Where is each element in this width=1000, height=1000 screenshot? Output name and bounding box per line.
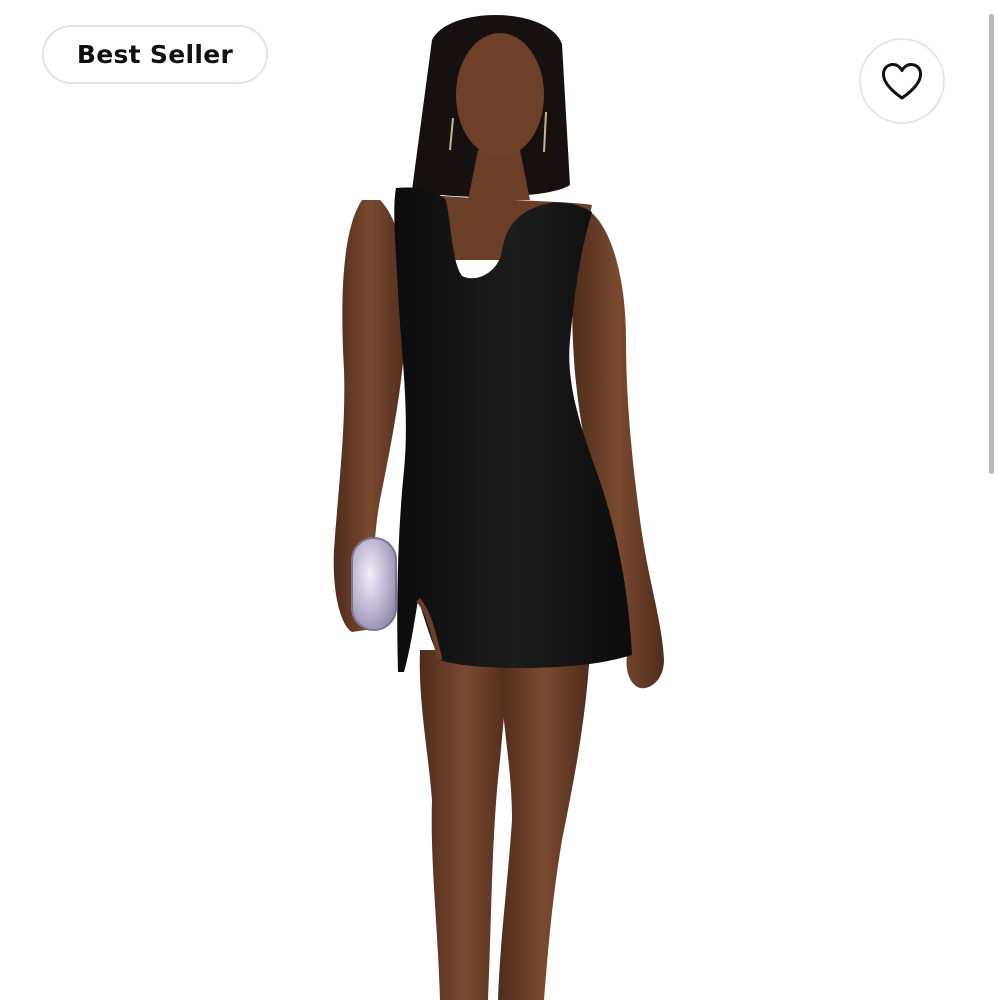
product-gallery-view: Best Seller xyxy=(0,0,1000,1000)
neck xyxy=(468,150,530,200)
scrollbar-thumb[interactable] xyxy=(989,14,994,474)
product-image[interactable] xyxy=(0,0,1000,1000)
favorite-button[interactable] xyxy=(859,38,945,124)
best-seller-badge: Best Seller xyxy=(42,25,268,84)
right-leg xyxy=(498,650,590,1000)
clutch xyxy=(351,537,397,631)
left-leg xyxy=(419,650,510,1000)
scrollbar[interactable] xyxy=(985,0,1000,1000)
face xyxy=(456,33,544,157)
heart-outline-icon xyxy=(880,61,924,101)
